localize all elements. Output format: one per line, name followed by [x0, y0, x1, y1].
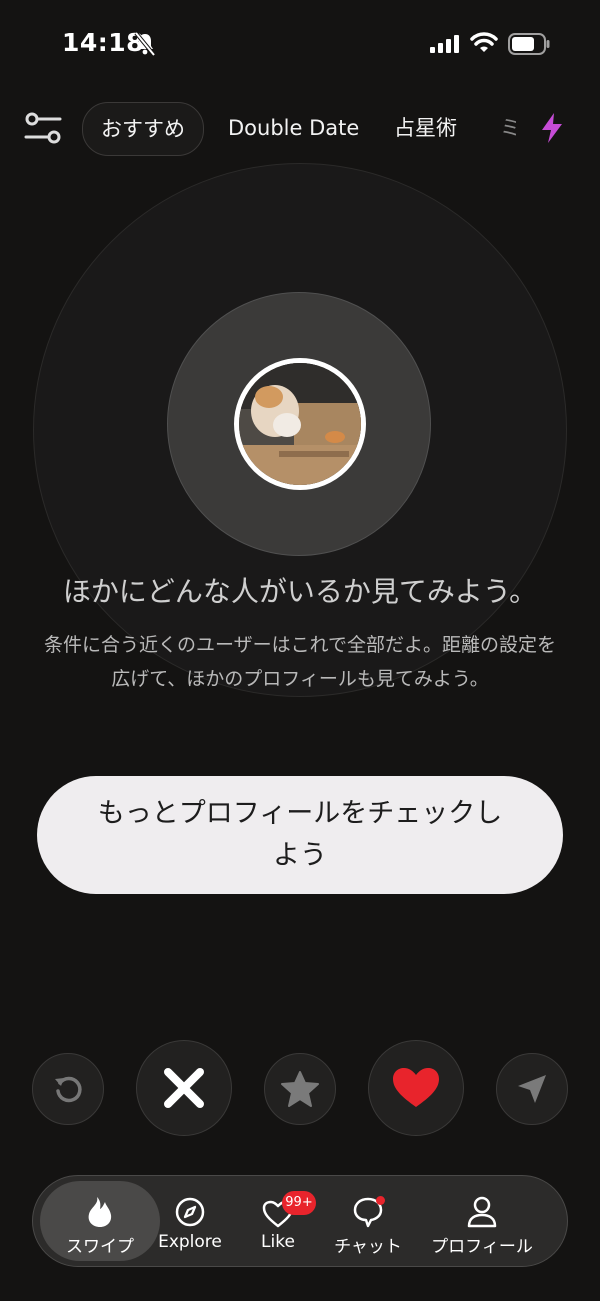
nav-item-chat[interactable]: チャット [326, 1194, 410, 1257]
profile-photo [234, 358, 366, 490]
lightning-icon[interactable] [540, 112, 564, 144]
status-time: 14:18 [62, 28, 145, 57]
person-icon [467, 1196, 497, 1228]
tab-recommended[interactable]: おすすめ [82, 102, 204, 156]
nav-label-like: Like [261, 1232, 295, 1252]
super-like-star-icon [281, 1071, 319, 1107]
nav-label-profile: プロフィール [431, 1237, 533, 1257]
nav-label-chat: チャット [334, 1237, 402, 1257]
nav-item-swipe[interactable]: スワイプ [52, 1194, 148, 1257]
nav-item-profile[interactable]: プロフィール [424, 1194, 540, 1257]
like-heart-icon [393, 1068, 439, 1107]
empty-state-description: 条件に合う近くのユーザーはこれで全部だよ。距離の設定を広げて、ほかのプロフィール… [43, 634, 557, 690]
like-count-badge: 99+ [282, 1191, 316, 1215]
nav-item-explore[interactable]: Explore [150, 1194, 230, 1252]
nope-x-icon [164, 1068, 204, 1108]
rewind-button[interactable] [32, 1053, 104, 1125]
nav-label-explore: Explore [158, 1232, 222, 1252]
battery-icon [508, 33, 550, 55]
flame-icon [88, 1197, 112, 1227]
like-button[interactable] [368, 1040, 464, 1136]
tab-astrology[interactable]: 占星術 [394, 102, 457, 154]
nope-button[interactable] [136, 1040, 232, 1136]
signal-icon [430, 35, 459, 53]
empty-state-title: ほかにどんな人がいるか見てみよう。 [62, 575, 538, 608]
wifi-icon [470, 32, 498, 52]
super-like-button[interactable] [264, 1053, 336, 1125]
sliders-icon[interactable] [24, 110, 62, 146]
rewind-icon [55, 1076, 82, 1103]
chat-unread-dot [376, 1196, 385, 1205]
check-more-profiles-button[interactable]: もっとプロフィールをチェックしよう [37, 776, 563, 894]
boost-button[interactable] [496, 1053, 568, 1125]
tab-more[interactable]: ミ [500, 102, 516, 154]
boost-send-icon [518, 1075, 546, 1103]
tab-double-date[interactable]: Double Date [228, 102, 359, 154]
compass-icon [175, 1197, 205, 1227]
nav-label-swipe: スワイプ [66, 1237, 134, 1257]
bell-muted-icon [134, 32, 156, 56]
